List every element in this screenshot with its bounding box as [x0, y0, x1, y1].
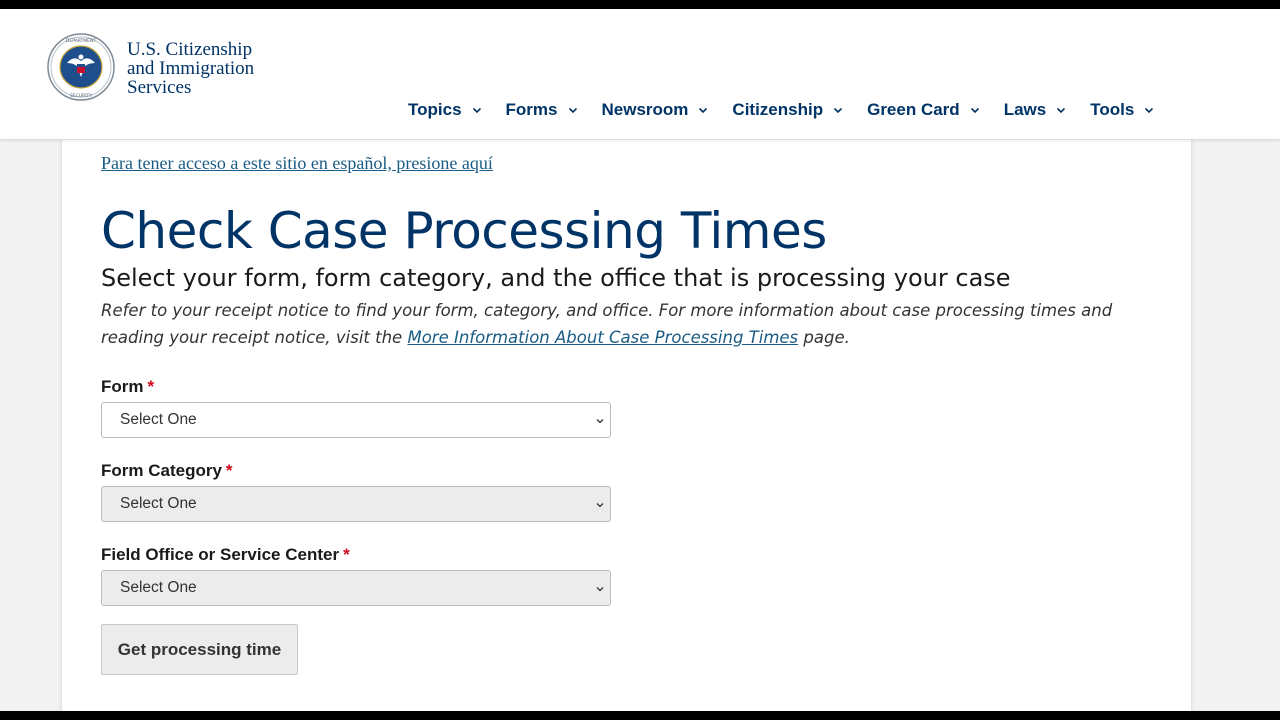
field-office-select-value: Select One [120, 579, 197, 596]
agency-name-line-3: Services [127, 77, 192, 98]
required-marker: * [147, 377, 155, 396]
required-marker: * [225, 461, 233, 480]
nav-item-label: Citizenship [732, 100, 824, 119]
nav-item-newsroom[interactable]: Newsroom [602, 100, 709, 120]
instructions-text: Refer to your receipt notice to find you… [101, 297, 1141, 351]
instructions-text-end: page. [798, 328, 850, 347]
form-category-select-value: Select One [120, 495, 197, 512]
dhs-seal-icon[interactable]: DEPARTMENT SECURITY [47, 33, 115, 101]
agency-name-line-2: and Immigration [127, 58, 255, 79]
get-processing-time-button[interactable]: Get processing time [101, 624, 298, 675]
nav-item-label: Laws [1003, 100, 1047, 119]
nav-item-label: Tools [1090, 100, 1135, 119]
chevron-down-icon [1057, 107, 1066, 114]
form-category-label: Form Category * [101, 461, 233, 481]
agency-name-line-1: U.S. Citizenship [127, 39, 253, 60]
site-header: DEPARTMENT SECURITY U.S. Citizenship and… [0, 9, 1280, 140]
form-select-value: Select One [120, 411, 197, 428]
chevron-down-icon [699, 107, 708, 114]
nav-item-laws[interactable]: Laws [1004, 100, 1067, 120]
top-frame-bar [0, 0, 1280, 9]
svg-text:SECURITY: SECURITY [70, 93, 92, 99]
form-category-label-text: Form Category [101, 461, 222, 480]
form-select[interactable]: Select One [101, 402, 611, 438]
nav-item-label: Forms [505, 100, 558, 119]
page-subtitle: Select your form, form category, and the… [101, 264, 1011, 292]
svg-text:DEPARTMENT: DEPARTMENT [66, 38, 96, 44]
nav-item-label: Green Card [867, 100, 960, 119]
chevron-down-icon [472, 107, 481, 114]
nav-item-label: Newsroom [601, 100, 689, 119]
form-field-label: Form * [101, 377, 154, 397]
field-office-select[interactable]: Select One [101, 570, 611, 606]
chevron-down-icon [970, 107, 979, 114]
agency-name[interactable]: U.S. Citizenship and Immigration Service… [127, 40, 254, 97]
form-label-text: Form [101, 377, 144, 396]
bottom-frame-bar [0, 711, 1280, 720]
field-office-label-text: Field Office or Service Center [101, 545, 340, 564]
chevron-down-icon [1145, 107, 1154, 114]
main-nav: Topics Forms Newsroom Citizenship Green … [408, 100, 1154, 120]
nav-item-forms[interactable]: Forms [506, 100, 578, 120]
field-office-label: Field Office or Service Center * [101, 545, 350, 565]
more-info-link[interactable]: More Information About Case Processing T… [407, 328, 798, 347]
nav-item-label: Topics [408, 100, 462, 119]
chevron-down-icon [596, 587, 604, 592]
spanish-site-link[interactable]: Para tener acceso a este sitio en españo… [101, 153, 493, 174]
form-category-select[interactable]: Select One [101, 486, 611, 522]
required-marker: * [343, 545, 350, 564]
chevron-down-icon [596, 419, 604, 424]
chevron-down-icon [596, 503, 604, 508]
chevron-down-icon [568, 107, 577, 114]
page-title: Check Case Processing Times [101, 202, 827, 260]
nav-item-tools[interactable]: Tools [1090, 100, 1154, 120]
chevron-down-icon [834, 107, 843, 114]
nav-item-green-card[interactable]: Green Card [867, 100, 980, 120]
nav-item-citizenship[interactable]: Citizenship [732, 100, 843, 120]
nav-item-topics[interactable]: Topics [408, 100, 482, 120]
